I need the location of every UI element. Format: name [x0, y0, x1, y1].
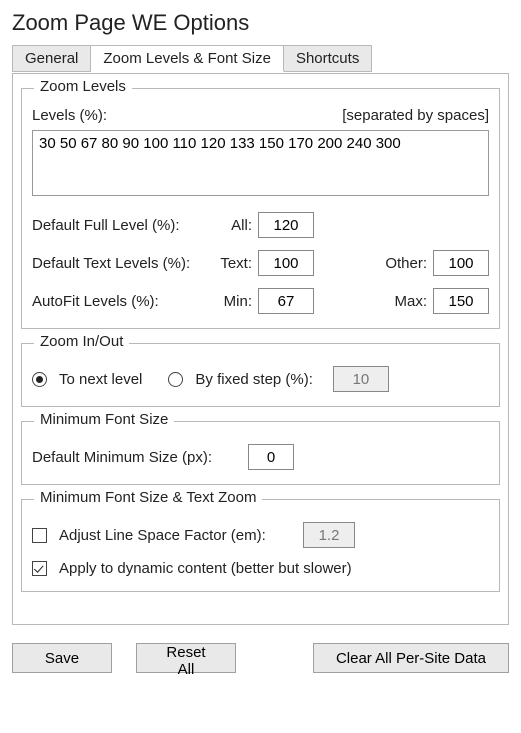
- max-label: Max:: [394, 293, 427, 310]
- all-label: All:: [208, 217, 252, 234]
- levels-input[interactable]: 30 50 67 80 90 100 110 120 133 150 170 2…: [32, 130, 489, 196]
- fieldset-zoom-in-out: Zoom In/Out To next level By fixed step …: [21, 343, 500, 407]
- radio-by-fixed-step[interactable]: [168, 372, 183, 387]
- text-input[interactable]: [258, 250, 314, 276]
- fixed-step-input[interactable]: [333, 366, 389, 392]
- legend-zoom-in-out: Zoom In/Out: [34, 333, 129, 350]
- apply-dynamic-label: Apply to dynamic content (better but slo…: [59, 560, 352, 577]
- legend-min-font-text-zoom: Minimum Font Size & Text Zoom: [34, 489, 262, 506]
- to-next-label: To next level: [59, 371, 142, 388]
- reset-all-button[interactable]: Reset All: [136, 643, 236, 673]
- legend-min-font: Minimum Font Size: [34, 411, 174, 428]
- tab-zoom-levels[interactable]: Zoom Levels & Font Size: [91, 45, 284, 72]
- default-full-label: Default Full Level (%):: [32, 217, 202, 234]
- tab-panel: Zoom Levels Levels (%): [separated by sp…: [13, 74, 508, 624]
- other-input[interactable]: [433, 250, 489, 276]
- max-input[interactable]: [433, 288, 489, 314]
- levels-hint: [separated by spaces]: [342, 107, 489, 124]
- clear-per-site-button[interactable]: Clear All Per-Site Data: [313, 643, 509, 673]
- autofit-label: AutoFit Levels (%):: [32, 293, 202, 310]
- default-text-label: Default Text Levels (%):: [32, 255, 202, 272]
- default-min-label: Default Minimum Size (px):: [32, 449, 242, 466]
- by-fixed-label: By fixed step (%):: [195, 371, 313, 388]
- all-input[interactable]: [258, 212, 314, 238]
- tab-general[interactable]: General: [12, 45, 91, 72]
- other-label: Other:: [385, 255, 427, 272]
- check-apply-dynamic[interactable]: [32, 561, 47, 576]
- legend-zoom-levels: Zoom Levels: [34, 78, 132, 95]
- adjust-line-label: Adjust Line Space Factor (em):: [59, 527, 297, 544]
- min-input[interactable]: [258, 288, 314, 314]
- check-adjust-line-space[interactable]: [32, 528, 47, 543]
- fieldset-zoom-levels: Zoom Levels Levels (%): [separated by sp…: [21, 88, 500, 329]
- fieldset-min-font-text-zoom: Minimum Font Size & Text Zoom Adjust Lin…: [21, 499, 500, 592]
- text-label: Text:: [208, 255, 252, 272]
- levels-label: Levels (%):: [32, 107, 107, 124]
- tab-shortcuts[interactable]: Shortcuts: [284, 45, 372, 72]
- min-label: Min:: [208, 293, 252, 310]
- page-title: Zoom Page WE Options: [12, 10, 509, 36]
- default-min-input[interactable]: [248, 444, 294, 470]
- save-button[interactable]: Save: [12, 643, 112, 673]
- adjust-line-input[interactable]: [303, 522, 355, 548]
- radio-to-next-level[interactable]: [32, 372, 47, 387]
- fieldset-min-font: Minimum Font Size Default Minimum Size (…: [21, 421, 500, 485]
